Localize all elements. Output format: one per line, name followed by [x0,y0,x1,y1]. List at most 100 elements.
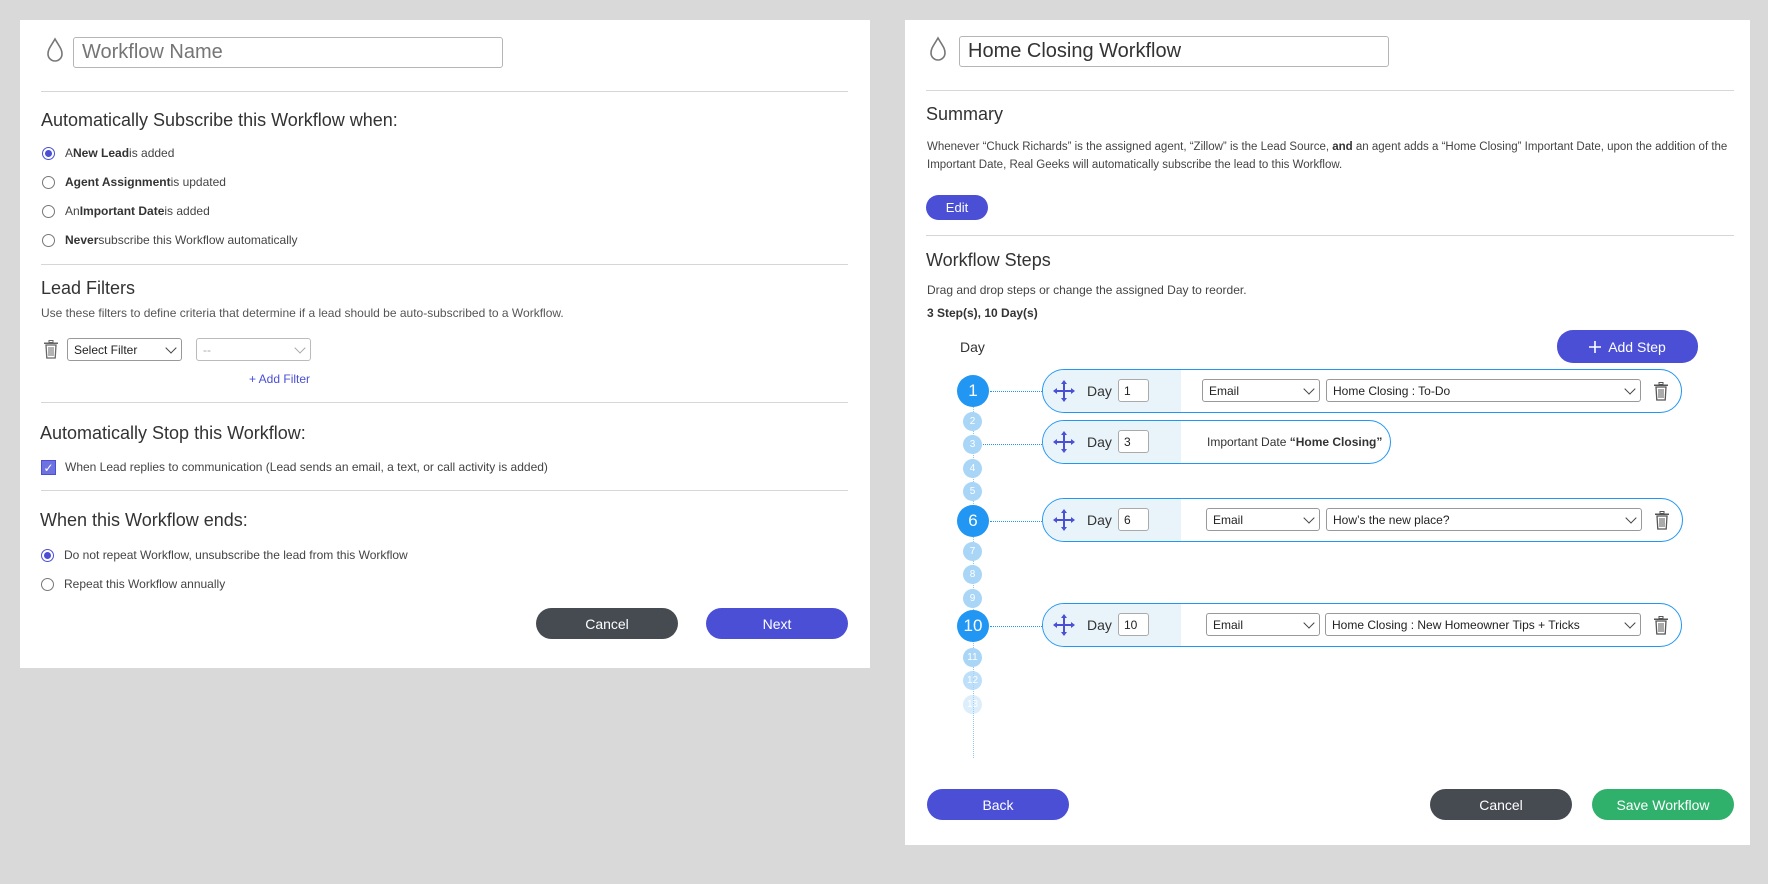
summary-heading: Summary [926,104,1004,124]
summary-text: Whenever “Chuck Richards” is the assigne… [927,141,1728,171]
move-icon[interactable] [1052,430,1076,454]
workflow-step[interactable]: Day Email How’s the new place? [1042,498,1683,542]
workflow-step[interactable]: Day Email Home Closing : To-Do [1042,369,1682,413]
filter-value-select: -- [196,338,311,361]
radio-button[interactable] [41,548,54,562]
step-type-select[interactable]: Email [1206,613,1320,636]
drop-icon [47,37,63,62]
back-button[interactable]: Back [927,789,1069,820]
trash-icon[interactable] [1653,382,1669,401]
trash-icon[interactable] [1654,511,1670,530]
radio-button[interactable] [42,146,55,160]
important-date-label: Important Date “Home Closing” [1207,435,1383,449]
edit-button[interactable]: Edit [926,195,988,220]
divider [41,91,848,92]
timeline-day-12: 12 [963,671,982,690]
subscribe-option-never[interactable]: Never subscribe this Workflow automatica… [42,233,298,247]
timeline-day-2: 2 [963,412,982,431]
divider [41,402,848,403]
lead-filters-heading: Lead Filters [41,278,136,298]
workflow-steps-heading: Workflow Steps [926,250,1051,270]
step-day-label: Day [1087,617,1112,633]
step-type-select[interactable]: Email [1202,379,1320,402]
timeline-day-5: 5 [963,482,982,501]
ends-option-repeat-annually[interactable]: Repeat this Workflow annually [41,577,225,591]
step-day-input[interactable] [1118,379,1149,402]
timeline-day-7: 7 [963,542,982,561]
subscribe-option-important-date[interactable]: An Important Date is added [42,204,210,218]
workflow-name-input[interactable] [959,36,1389,67]
timeline-day-1: 1 [957,375,989,407]
timeline-day-6: 6 [957,505,989,537]
workflow-step-important-date[interactable]: Day Important Date “Home Closing” [1042,420,1391,464]
divider [41,264,848,265]
divider [41,490,848,491]
plus-icon [1589,340,1602,353]
stop-option-label: When Lead replies to communication (Lead… [65,460,548,474]
chevron-down-icon [1303,382,1315,395]
step-day-label: Day [1087,434,1112,450]
chevron-down-icon [1625,511,1637,524]
step-day-input[interactable] [1118,613,1149,636]
connector [990,521,1042,522]
drop-icon [930,36,946,61]
workflow-step[interactable]: Day Email Home Closing : New Homeowner T… [1042,603,1682,647]
step-template-select[interactable]: Home Closing : New Homeowner Tips + Tric… [1325,613,1641,636]
ends-option-no-repeat[interactable]: Do not repeat Workflow, unsubscribe the … [41,548,408,562]
subscribe-heading: Automatically Subscribe this Workflow wh… [41,110,398,130]
chevron-down-icon [1624,616,1636,629]
step-template-select[interactable]: Home Closing : To-Do [1326,379,1641,402]
step-day-label: Day [1087,383,1112,399]
chevron-down-icon [165,341,177,354]
timeline-day-3: 3 [963,435,982,454]
step-day-label: Day [1087,512,1112,528]
trash-icon[interactable] [1653,616,1669,635]
chevron-down-icon [1303,616,1315,629]
ends-heading: When this Workflow ends: [40,510,248,530]
timeline-day-10: 10 [957,610,989,642]
chevron-down-icon [1624,382,1636,395]
trash-icon[interactable] [43,340,59,359]
filter-select[interactable]: Select Filter [67,338,182,361]
timeline-day-11: 11 [963,648,982,667]
cancel-button[interactable]: Cancel [1430,789,1572,820]
radio-button[interactable] [42,233,55,247]
checkmark-icon: ✓ [43,460,54,475]
connector [990,626,1042,627]
divider [926,90,1734,91]
timeline-day-4: 4 [963,459,982,478]
radio-button[interactable] [42,204,55,218]
connector [990,391,1042,392]
step-template-select[interactable]: How’s the new place? [1326,508,1642,531]
connector [983,444,1042,445]
cancel-button[interactable]: Cancel [536,608,678,639]
chevron-down-icon [1303,511,1315,524]
step-day-input[interactable] [1118,430,1149,453]
workflow-summary-panel: Summary Whenever “Chuck Richards” is the… [905,20,1750,845]
step-day-input[interactable] [1118,508,1149,531]
move-icon[interactable] [1052,379,1076,403]
next-button[interactable]: Next [706,608,848,639]
workflow-name-input[interactable] [73,37,503,68]
add-filter-link[interactable]: + Add Filter [249,372,310,386]
move-icon[interactable] [1052,508,1076,532]
save-workflow-button[interactable]: Save Workflow [1592,789,1734,820]
stop-checkbox[interactable]: ✓ [41,460,56,475]
subscribe-option-agent-assignment[interactable]: Agent Assignment is updated [42,175,226,189]
subscribe-option-new-lead[interactable]: A New Lead is added [42,146,174,160]
stop-heading: Automatically Stop this Workflow: [40,423,306,443]
day-column-label: Day [960,339,985,355]
steps-count: 3 Step(s), 10 Day(s) [927,306,1038,320]
step-type-select[interactable]: Email [1206,508,1320,531]
timeline-day-8: 8 [963,565,982,584]
workflow-steps-description: Drag and drop steps or change the assign… [927,283,1247,297]
move-icon[interactable] [1052,613,1076,637]
timeline-day-9: 9 [963,589,982,608]
radio-button[interactable] [41,577,54,591]
chevron-down-icon [294,341,306,354]
timeline-day-13: 13 [963,695,982,714]
lead-filters-description: Use these filters to define criteria tha… [41,306,564,320]
add-step-button[interactable]: Add Step [1557,330,1698,363]
radio-button[interactable] [42,175,55,189]
divider [926,235,1734,236]
